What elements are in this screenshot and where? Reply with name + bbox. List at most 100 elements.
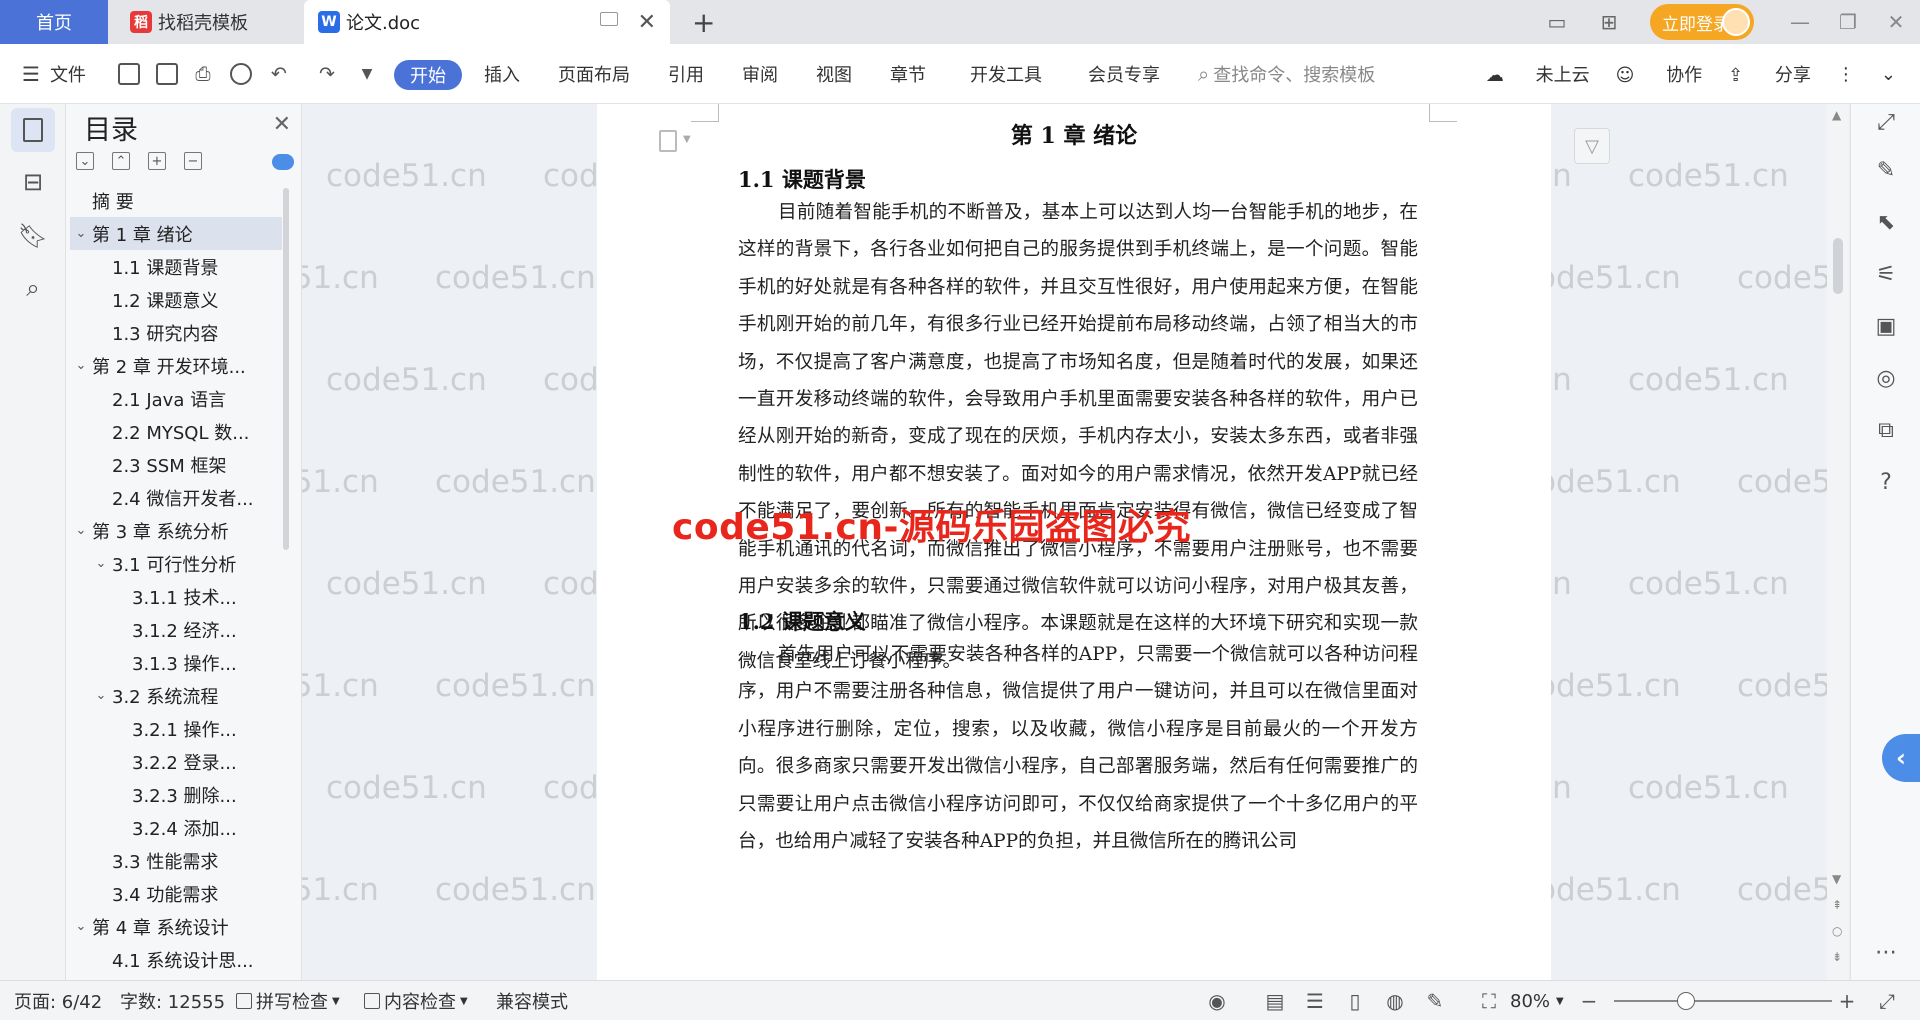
word-count[interactable]: 字数: 12555 — [120, 981, 225, 1020]
toc-item[interactable]: ⌄ 第 3 章 系统分析 — [70, 514, 282, 547]
remove-heading-icon[interactable]: − — [184, 152, 202, 170]
content-check[interactable]: 内容检查 ▼ — [364, 981, 468, 1020]
menu-insert[interactable]: 插入 — [484, 44, 520, 104]
find-icon[interactable]: ⌕ — [11, 266, 55, 310]
chevron-down-icon[interactable]: ⌄ — [70, 919, 92, 934]
save-icon[interactable] — [116, 60, 142, 88]
tab-home[interactable]: 首页 — [0, 0, 108, 44]
window-close-icon[interactable]: ✕ — [1872, 10, 1920, 34]
print-icon[interactable]: ⎙ — [190, 60, 216, 88]
layout-toggle-icon[interactable]: ▭ — [1540, 10, 1574, 34]
share-button[interactable]: ⇪ 分享 — [1728, 61, 1811, 87]
collapse-all-icon[interactable]: ⌃ — [112, 152, 130, 170]
toc-scrollbar[interactable] — [283, 188, 289, 550]
settings-sliders-icon[interactable]: ⚟ — [1872, 260, 1900, 288]
more-options-icon[interactable]: ⋯ — [1872, 938, 1900, 966]
undo-icon[interactable]: ↶ — [266, 60, 292, 88]
outline-view-icon[interactable]: ☰ — [1302, 989, 1328, 1013]
collapse-ribbon-icon[interactable]: ⌄ — [1881, 64, 1896, 85]
toc-item[interactable]: 1.3 研究内容 — [70, 316, 282, 349]
toc-item[interactable]: 3.1.3 操作... — [70, 646, 282, 679]
scroll-thumb[interactable] — [1833, 238, 1843, 294]
read-view-icon[interactable]: ▯ — [1342, 989, 1368, 1013]
chevron-down-icon[interactable]: ⌄ — [70, 523, 92, 538]
menu-chapter[interactable]: 章节 — [890, 44, 926, 104]
image-tool-icon[interactable]: ▣ — [1872, 312, 1900, 340]
restore-icon[interactable]: ❐ — [1824, 10, 1872, 34]
page-view-icon[interactable]: ▤ — [1262, 989, 1288, 1013]
add-heading-icon[interactable]: + — [148, 152, 166, 170]
zoom-level[interactable]: 80% ▼ — [1510, 981, 1564, 1020]
menu-start[interactable]: 开始 — [394, 60, 462, 90]
toc-item[interactable]: ⌄ 3.1 可行性分析 — [70, 547, 282, 580]
next-page-icon[interactable]: ⇟ — [1832, 950, 1842, 964]
new-tab-button[interactable]: + — [692, 6, 715, 39]
expand-all-icon[interactable]: ⌄ — [76, 152, 94, 170]
prev-page-icon[interactable]: ⇞ — [1832, 898, 1842, 912]
chevron-down-icon[interactable]: ⌄ — [70, 226, 92, 241]
bookmark-icon[interactable]: 🔖︎ — [11, 214, 55, 258]
toc-item[interactable]: 3.2.2 登录... — [70, 745, 282, 778]
chevron-down-icon[interactable]: ⌄ — [90, 556, 112, 571]
menu-view[interactable]: 视图 — [816, 44, 852, 104]
menu-developer[interactable]: 开发工具 — [970, 44, 1042, 104]
toc-item[interactable]: 1.1 课题背景 — [70, 250, 282, 283]
login-button[interactable]: 立即登录 — [1650, 4, 1754, 40]
export-icon[interactable] — [154, 60, 180, 88]
toc-item[interactable]: ⌄ 第 1 章 绪论 — [70, 217, 282, 250]
page-count[interactable]: 页面: 6/42 — [14, 981, 102, 1020]
fit-page-icon[interactable]: ⛶ — [1476, 989, 1502, 1013]
print-preview-icon[interactable] — [228, 60, 254, 88]
toc-item[interactable]: 3.4 功能需求 — [70, 877, 282, 910]
browse-object-icon[interactable]: ○ — [1832, 924, 1842, 938]
toc-item[interactable]: 3.1.2 经济... — [70, 613, 282, 646]
redo-icon[interactable]: ↷ — [314, 60, 340, 88]
translate-icon[interactable]: ⧉ — [1872, 416, 1900, 444]
write-view-icon[interactable]: ✎ — [1422, 989, 1448, 1013]
tab-daoke[interactable]: 稻 找稻壳模板 — [112, 0, 298, 44]
toc-item[interactable]: 3.2.3 删除... — [70, 778, 282, 811]
toc-item[interactable]: 摘 要 — [70, 184, 282, 217]
toc-close-icon[interactable]: ✕ — [273, 112, 291, 137]
chevron-down-icon[interactable]: ⌄ — [70, 358, 92, 373]
toc-item[interactable]: 2.2 MYSQL 数... — [70, 415, 282, 448]
scroll-top-icon[interactable]: ▲ — [1832, 108, 1841, 122]
vertical-scrollbar[interactable]: ▲ ▼ ⇞ ○ ⇟ — [1827, 104, 1849, 980]
collaborate-button[interactable]: ☺ 协作 — [1616, 61, 1703, 87]
spell-check[interactable]: 拼写检查 ▼ — [236, 981, 340, 1020]
minimize-icon[interactable]: — — [1776, 10, 1824, 34]
toc-item[interactable]: 3.2.4 添加... — [70, 811, 282, 844]
zoom-slider[interactable] — [1614, 1000, 1832, 1002]
toc-item[interactable]: 3.3 性能需求 — [70, 844, 282, 877]
toc-item[interactable]: ⌄ 3.2 系统流程 — [70, 679, 282, 712]
more-icon[interactable]: ⋮ — [1837, 64, 1855, 85]
page-filter-icon[interactable]: ▽ — [1574, 128, 1610, 164]
toc-item[interactable]: 3.2.1 操作... — [70, 712, 282, 745]
toc-item[interactable]: 3.1.1 技术... — [70, 580, 282, 613]
pen-icon[interactable]: ✎ — [1872, 156, 1900, 184]
pointer-icon[interactable]: ⬉ — [1872, 208, 1900, 236]
navigation-icon[interactable]: ⊟ — [11, 160, 55, 204]
help-icon[interactable]: ? — [1872, 468, 1900, 496]
zoom-out-icon[interactable]: − — [1576, 989, 1602, 1013]
menu-review[interactable]: 审阅 — [742, 44, 778, 104]
toc-item[interactable]: 2.1 Java 语言 — [70, 382, 282, 415]
command-search[interactable]: ⌕ 查找命令、搜索模板 — [1198, 44, 1375, 104]
toc-item[interactable]: 1.2 课题意义 — [70, 283, 282, 316]
cloud-status[interactable]: ☁ 未上云 — [1486, 61, 1590, 87]
zoom-slider-knob[interactable] — [1676, 992, 1695, 1010]
web-view-icon[interactable]: ◍ — [1382, 989, 1408, 1013]
compass-icon[interactable]: ◎ — [1872, 364, 1900, 392]
fullscreen-icon[interactable]: ⤢ — [1874, 989, 1900, 1013]
toc-item[interactable]: 4.1 系统设计思... — [70, 943, 282, 976]
toc-item[interactable]: ⌄ 第 2 章 开发环境... — [70, 349, 282, 382]
menu-member[interactable]: 会员专享 — [1088, 44, 1160, 104]
zoom-in-icon[interactable]: + — [1834, 989, 1860, 1013]
chevron-down-icon[interactable]: ⌄ — [90, 688, 112, 703]
menu-references[interactable]: 引用 — [668, 44, 704, 104]
tab-document[interactable]: W 论文.doc ✕ — [304, 0, 670, 44]
customize-dropdown-icon[interactable]: ▼ — [354, 60, 380, 88]
smart-toc-icon[interactable] — [272, 154, 294, 170]
file-menu[interactable]: ☰ 文件 — [22, 44, 86, 104]
apps-grid-icon[interactable]: ⊞ — [1592, 10, 1626, 34]
